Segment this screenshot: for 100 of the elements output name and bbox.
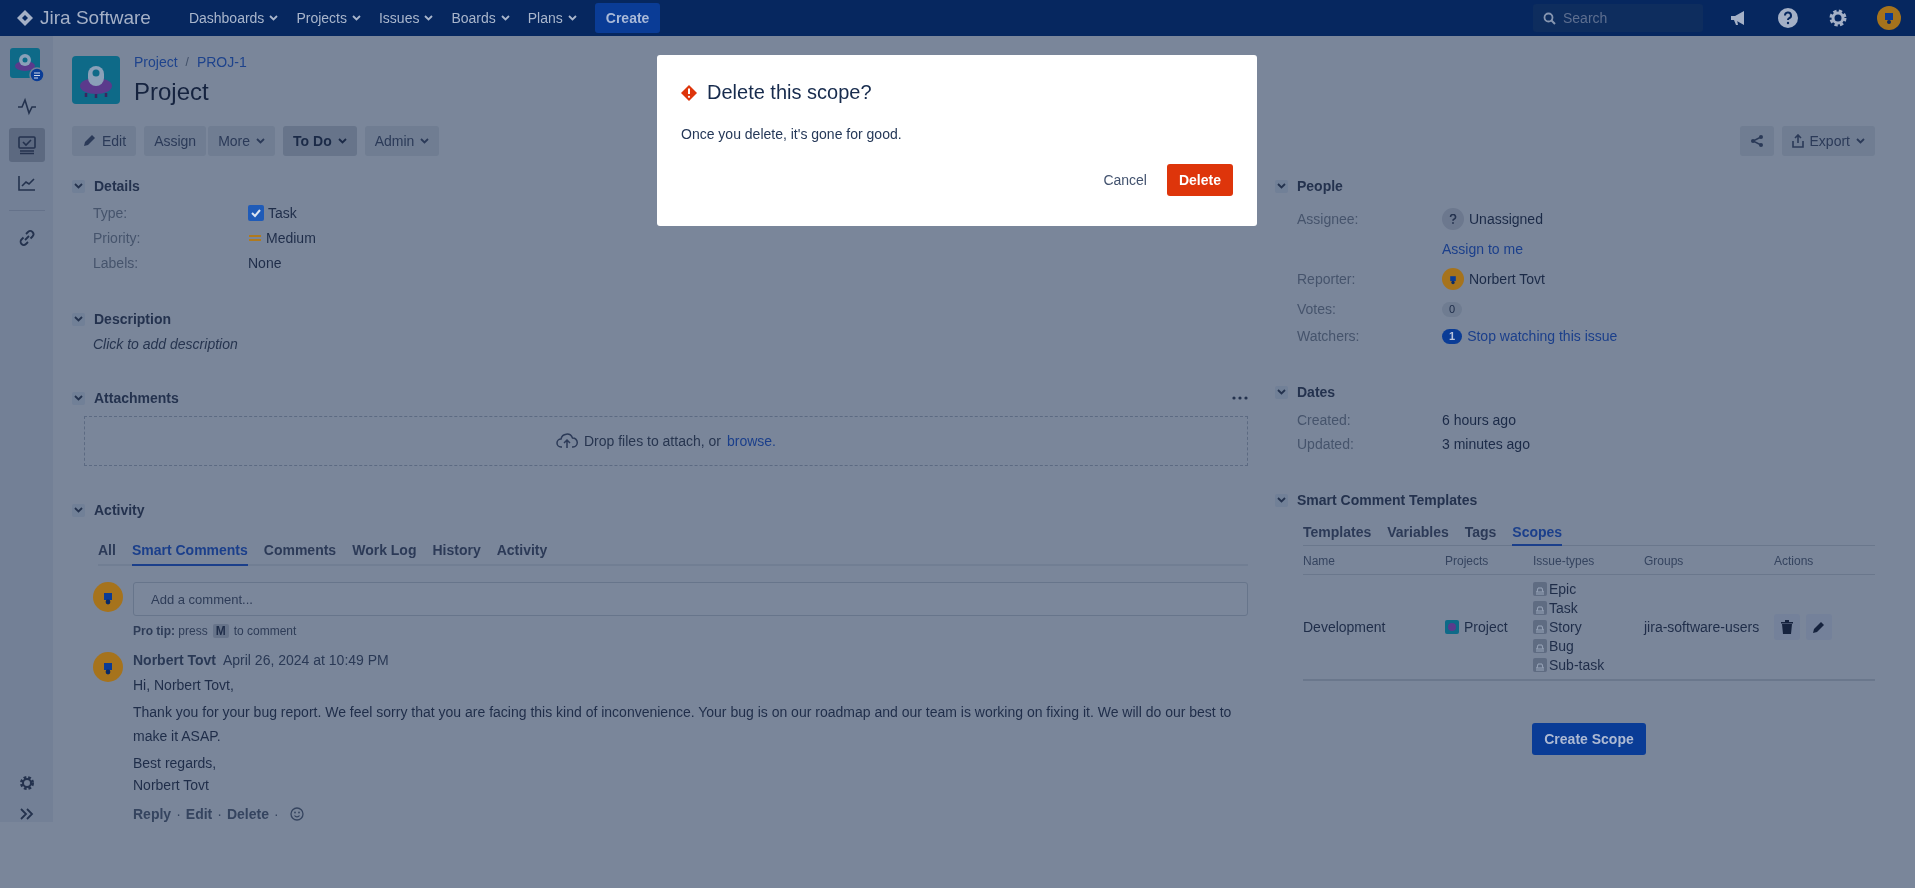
nav-menu[interactable]: Plans bbox=[521, 4, 583, 32]
dialog-message: Once you delete, it's gone for good. bbox=[681, 126, 903, 142]
table-cell: Sub-task bbox=[1549, 657, 1605, 673]
assign-to-me-link[interactable]: Assign to me bbox=[1442, 241, 1875, 257]
activity-icon bbox=[16, 97, 37, 117]
separator-dot: · bbox=[273, 806, 279, 822]
trash-icon bbox=[1781, 620, 1793, 634]
separator-dot: · bbox=[217, 806, 222, 822]
person-icon bbox=[1882, 11, 1896, 25]
logo-icon bbox=[16, 9, 34, 27]
template-tab[interactable]: Scopes bbox=[1512, 520, 1563, 546]
cancel-button[interactable]: Cancel bbox=[1099, 166, 1151, 194]
activity-tab[interactable]: Smart Comments bbox=[131, 536, 248, 566]
search-field[interactable]: Search bbox=[1533, 4, 1703, 32]
activity-tab[interactable]: Comments bbox=[263, 536, 337, 566]
breadcrumb-link[interactable]: PROJ-1 bbox=[196, 54, 247, 70]
toolbar-button[interactable]: More bbox=[208, 126, 276, 156]
template-tab[interactable]: Tags bbox=[1464, 520, 1497, 546]
chevron-down-icon bbox=[1277, 497, 1286, 503]
activity-tab[interactable]: Work Log bbox=[352, 536, 417, 566]
sidebar-item[interactable] bbox=[8, 128, 45, 162]
delete-button[interactable] bbox=[1774, 614, 1800, 640]
collapse-toggle[interactable] bbox=[72, 179, 85, 193]
stop-watching-link[interactable]: Stop watching this issue bbox=[1467, 328, 1618, 344]
drop-text: Drop files to attach, or bbox=[584, 433, 721, 449]
pro-tip-text: Pro tip: press bbox=[133, 624, 208, 638]
emoji-icon[interactable] bbox=[289, 807, 304, 821]
settings-icon[interactable] bbox=[17, 774, 36, 792]
edit-button[interactable] bbox=[1806, 614, 1832, 640]
field-value: Unassigned bbox=[1469, 211, 1543, 227]
comment-date[interactable]: April 26, 2024 at 10:49 PM bbox=[222, 652, 389, 668]
toolbar-button[interactable]: To Do bbox=[283, 126, 357, 156]
nav-menu[interactable]: Issues bbox=[372, 4, 440, 32]
expand-icon[interactable] bbox=[19, 808, 34, 820]
vote-count[interactable]: 0 bbox=[1442, 301, 1463, 317]
nav-menu[interactable]: Boards bbox=[445, 4, 516, 32]
toolbar-button[interactable]: Assign bbox=[144, 126, 207, 156]
collapse-toggle[interactable] bbox=[72, 391, 85, 405]
nav-menu[interactable]: Projects bbox=[290, 4, 367, 32]
chevron-down-icon bbox=[74, 395, 83, 401]
line-chart-icon bbox=[16, 173, 37, 193]
breadcrumb-link[interactable]: Project bbox=[134, 54, 178, 70]
collapse-toggle[interactable] bbox=[1275, 179, 1288, 193]
project-icon bbox=[1445, 620, 1459, 634]
comment-action-link[interactable]: Reply bbox=[133, 806, 172, 822]
app-name[interactable]: Jira Software bbox=[40, 7, 151, 29]
chevron-down-icon bbox=[420, 138, 430, 144]
help-icon[interactable] bbox=[1777, 7, 1799, 29]
comment-action-link[interactable]: Edit bbox=[185, 806, 213, 822]
project-avatar-icon[interactable] bbox=[9, 48, 44, 82]
project-avatar-icon bbox=[72, 56, 120, 104]
comment-author[interactable]: Norbert Tovt bbox=[133, 652, 216, 668]
collapse-toggle[interactable] bbox=[1275, 493, 1288, 507]
comment-text: Thank you for your bug report. We feel sorry that you are facing this kind of inconvenience. Your bug is on our roadmap and our team is working on fixing it. We will do our best to make it ASAP. bbox=[133, 703, 1233, 746]
search-icon bbox=[1543, 12, 1556, 25]
field-value: Task bbox=[268, 205, 297, 221]
drop-zone[interactable]: Drop files to attach, or browse. bbox=[84, 416, 1248, 466]
chevron-down-icon bbox=[1277, 183, 1286, 189]
activity-tab[interactable]: All bbox=[98, 536, 116, 566]
issue-title: Project bbox=[134, 78, 210, 106]
toolbar-button[interactable]: Edit bbox=[72, 126, 137, 156]
separator-dot: · bbox=[176, 806, 181, 822]
share-button[interactable] bbox=[1739, 126, 1774, 156]
export-button[interactable]: Export bbox=[1781, 126, 1875, 156]
comment-field[interactable]: Add a comment... bbox=[133, 582, 1248, 616]
cloud-upload-icon bbox=[556, 432, 578, 450]
column-header[interactable]: Name bbox=[1303, 546, 1445, 575]
more-icon[interactable] bbox=[1232, 396, 1248, 400]
section-heading: Description bbox=[94, 311, 171, 327]
collapse-toggle[interactable] bbox=[72, 503, 85, 517]
issue-type-icon bbox=[1533, 582, 1547, 596]
collapse-toggle[interactable] bbox=[1275, 385, 1288, 399]
keyboard-key: M bbox=[212, 624, 229, 638]
chevron-down-icon bbox=[74, 316, 83, 322]
create-scope-button[interactable]: Create Scope bbox=[1532, 723, 1646, 755]
issue-type-icon bbox=[1533, 620, 1547, 634]
template-tab[interactable]: Variables bbox=[1387, 520, 1449, 546]
create-button[interactable]: Create bbox=[594, 3, 661, 33]
section-heading: Attachments bbox=[94, 390, 179, 406]
comment-action-link[interactable]: Delete bbox=[226, 806, 269, 822]
nav-menu[interactable]: Dashboards bbox=[182, 4, 285, 32]
chevron-down-icon bbox=[500, 15, 510, 21]
issue-type-icon bbox=[1533, 601, 1547, 615]
section-heading: Dates bbox=[1297, 384, 1336, 400]
section-heading: People bbox=[1297, 178, 1343, 194]
delete-button[interactable]: Delete bbox=[1166, 164, 1233, 196]
browse-link[interactable]: browse. bbox=[726, 433, 776, 449]
activity-tab[interactable]: History bbox=[432, 536, 481, 566]
description-placeholder[interactable]: Click to add description bbox=[72, 336, 1248, 352]
toolbar-button[interactable]: Admin bbox=[364, 126, 440, 156]
settings-icon[interactable] bbox=[1827, 7, 1849, 29]
section-heading: Activity bbox=[94, 502, 145, 518]
collapse-toggle[interactable] bbox=[72, 312, 85, 326]
user-avatar[interactable] bbox=[1877, 6, 1901, 30]
column-header: Groups bbox=[1644, 546, 1774, 575]
column-header: Projects bbox=[1445, 546, 1533, 575]
table-cell: Epic bbox=[1549, 581, 1577, 597]
activity-tab[interactable]: Activity bbox=[496, 536, 548, 566]
template-tab[interactable]: Templates bbox=[1303, 520, 1372, 546]
watcher-count[interactable]: 1 bbox=[1442, 328, 1463, 344]
